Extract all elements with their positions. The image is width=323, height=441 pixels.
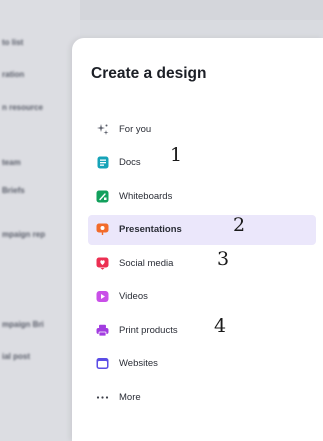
annotation-number-1: 1 (170, 144, 183, 166)
menu-item-docs[interactable]: Docs (88, 148, 316, 178)
menu-item-social-media[interactable]: Social media (88, 248, 316, 278)
menu-item-more[interactable]: More (88, 382, 316, 412)
menu-item-presentations[interactable]: Presentations (88, 214, 316, 245)
presentation-icon (96, 223, 109, 236)
annotation-number-4: 4 (214, 315, 227, 337)
background-sidebar-item: team (2, 158, 21, 167)
design-type-menu: For you Docs Whiteboards Presentations S… (88, 114, 316, 416)
website-icon (96, 357, 109, 370)
background-sidebar-item: ration (2, 70, 25, 79)
background-sidebar-item: mpaign rep (2, 230, 46, 239)
menu-item-print-products[interactable]: Print products (88, 315, 316, 345)
menu-item-videos[interactable]: Videos (88, 282, 316, 312)
background-sidebar-item: Briefs (2, 186, 25, 195)
annotation-number-3: 3 (217, 248, 230, 270)
menu-item-label: Videos (119, 291, 148, 302)
menu-item-label: Websites (119, 358, 158, 369)
annotation-number-2: 2 (233, 214, 246, 236)
menu-item-label: Whiteboards (119, 190, 173, 202)
sparkle-icon (96, 123, 109, 136)
menu-item-websites[interactable]: Websites (88, 349, 316, 379)
more-icon (96, 391, 109, 404)
panel-title: Create a design (91, 65, 207, 82)
docs-icon (96, 156, 109, 169)
menu-item-label: Docs (119, 157, 141, 168)
printer-icon (96, 324, 109, 337)
background-sidebar-item: n resource (2, 103, 43, 112)
background-sidebar-item: to list (2, 38, 24, 47)
video-icon (96, 290, 109, 303)
menu-item-label: Social media (119, 257, 174, 269)
menu-item-for-you[interactable]: For you (88, 114, 316, 144)
background-sidebar-item: ial post (2, 352, 31, 361)
background-sidebar-item: mpaign Bri (2, 320, 44, 329)
menu-item-label: More (119, 391, 141, 403)
menu-item-label: Presentations (119, 224, 182, 235)
menu-item-label: Print products (119, 324, 178, 336)
create-design-panel: Create a design For you Docs Whiteboards… (72, 38, 323, 441)
menu-item-label: For you (119, 123, 152, 135)
background-sidebar: to list ration n resource team Briefs mp… (0, 0, 80, 441)
whiteboard-icon (96, 190, 109, 203)
menu-item-whiteboards[interactable]: Whiteboards (88, 181, 316, 211)
heart-icon (96, 257, 109, 270)
